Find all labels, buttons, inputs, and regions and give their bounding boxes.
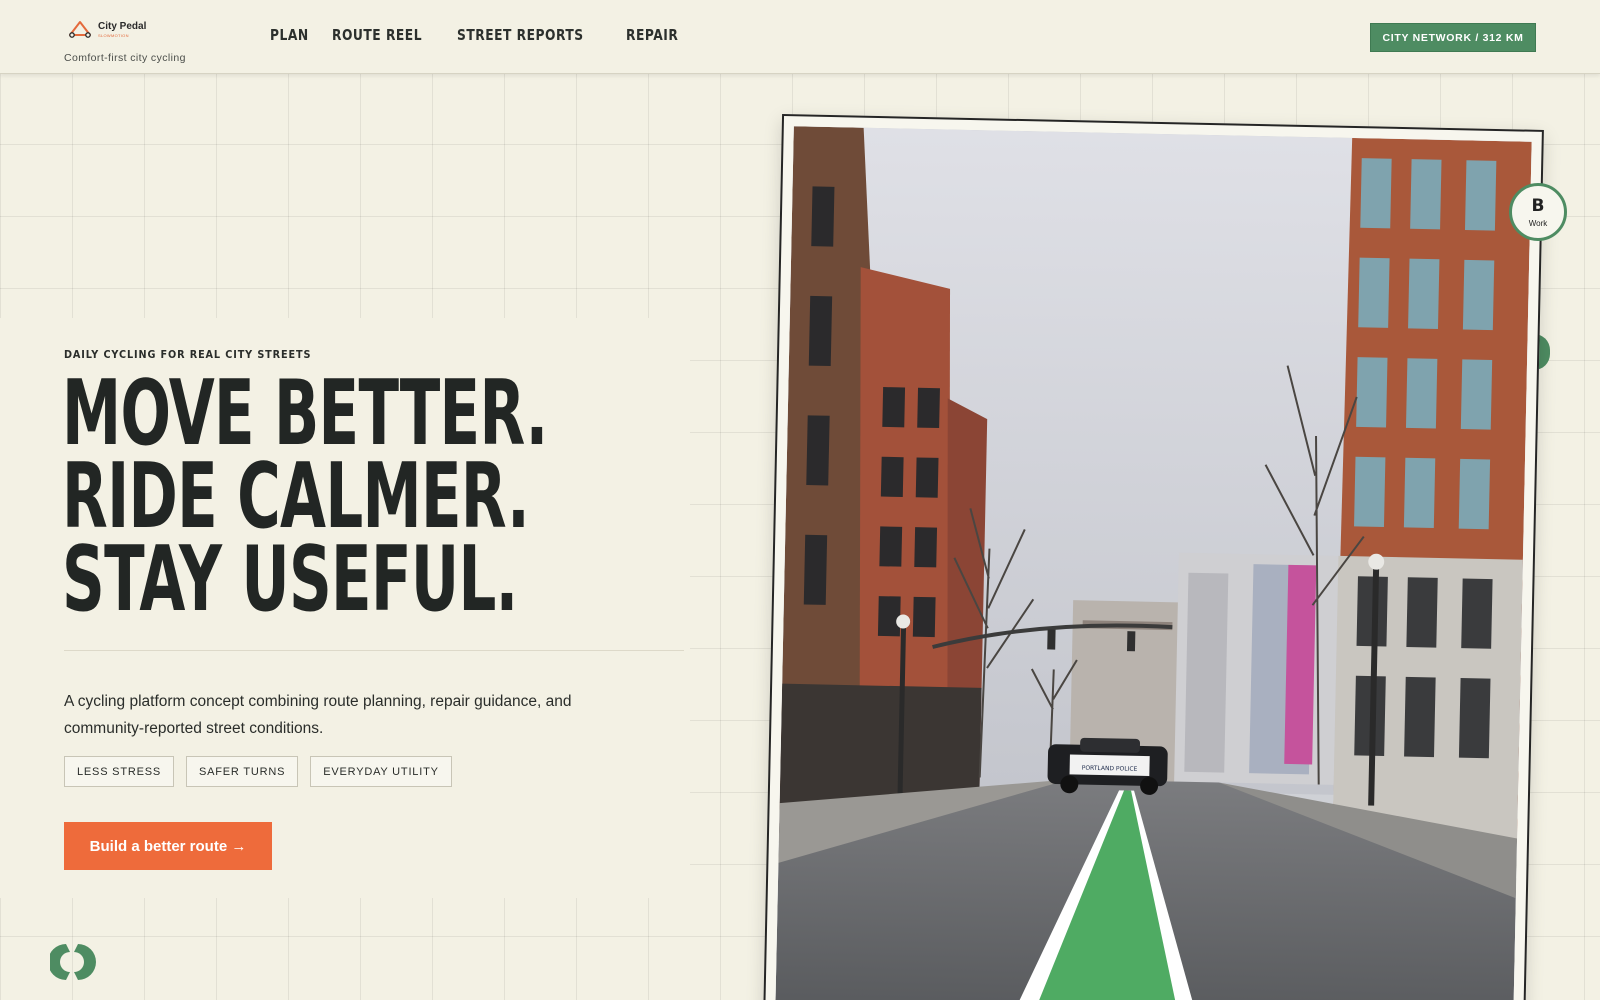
brand-subtitle: SLOWMOTION [98, 33, 129, 38]
pill-less-stress: LESS STRESS [64, 756, 174, 787]
hero-headline: MOVE BETTER. RIDE CALMER. STAY USEFUL. [62, 361, 798, 632]
hero-photo-card: PORTLAND POLICE [762, 114, 1544, 1000]
hero-divider [64, 650, 684, 651]
brand-name: City Pedal [98, 21, 147, 32]
police-car-label: PORTLAND POLICE [1082, 765, 1138, 773]
street-photo: PORTLAND POLICE [774, 126, 1532, 1000]
headline-line-1: MOVE BETTER. [62, 361, 548, 466]
headline-line-2: RIDE CALMER. [62, 444, 530, 549]
benefit-pills: LESS STRESS SAFER TURNS EVERYDAY UTILITY [64, 756, 452, 787]
main-nav: PLAN ROUTE REEL STREET REPORTS REPAIR [270, 26, 678, 44]
work-stamp[interactable]: B Work [1509, 183, 1567, 241]
headline-line-3: STAY USEFUL. [62, 527, 518, 632]
stamp-label: Work [1528, 219, 1548, 228]
stamp-letter: B [1531, 196, 1545, 216]
brand[interactable]: City Pedal SLOWMOTION Comfort-first city… [64, 18, 244, 66]
hero-eyebrow: DAILY CYCLING FOR REAL CITY STREETS [64, 348, 312, 361]
site-header: City Pedal SLOWMOTION Comfort-first city… [0, 0, 1600, 74]
nav-item-route-reel[interactable]: ROUTE REEL [332, 26, 422, 44]
nav-item-repair[interactable]: REPAIR [626, 26, 678, 44]
build-route-button[interactable]: Build a better route → [64, 822, 272, 870]
bike-triangle-icon [69, 21, 91, 38]
hero-description: A cycling platform concept combining rou… [64, 693, 572, 737]
pill-safer-turns: SAFER TURNS [186, 756, 299, 787]
pill-everyday-utility: EVERYDAY UTILITY [310, 756, 452, 787]
brand-mark-icon [50, 944, 96, 980]
nav-item-street-reports[interactable]: STREET REPORTS [457, 26, 584, 44]
brand-tagline: Comfort-first city cycling [64, 52, 186, 64]
nav-item-plan[interactable]: PLAN [270, 26, 309, 44]
city-network-badge[interactable]: CITY NETWORK / 312 KM [1370, 23, 1536, 52]
